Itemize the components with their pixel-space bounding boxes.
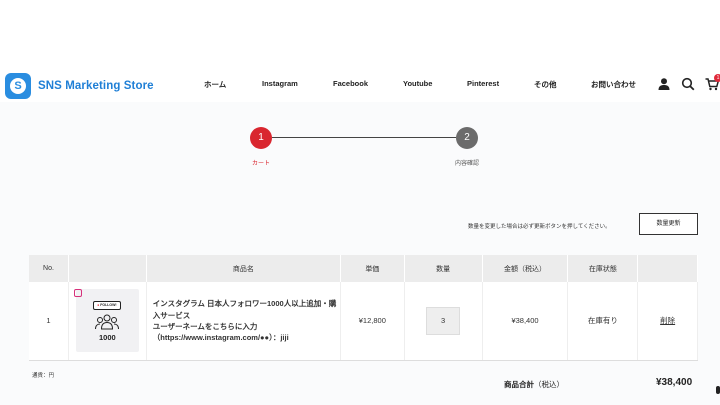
product-name[interactable]: インスタグラム 日本人フォロワー1000人以上追加・購入サービス ユーザーネーム… [146,282,341,361]
total-tax-note: （税込） [534,380,564,389]
total-label: 商品合計（税込） [504,379,564,390]
instagram-icon [73,289,82,298]
logo-letter: S [10,78,26,94]
nav-home[interactable]: ホーム [204,79,226,90]
cart-table: No. 商品名 単価 数量 金額（税込） 在庫状態 1 ● FOLLOW! 10… [29,255,698,361]
user-icon[interactable] [657,77,671,91]
users-icon [94,314,119,330]
update-quantity-button[interactable]: 数量更新 [639,213,698,235]
logo-text: SNS Marketing Store [38,80,154,92]
logo-icon: S [5,73,31,99]
row-delete-cell: 削除 [637,282,698,361]
nav-contact[interactable]: お問い合わせ [591,79,636,90]
logo[interactable]: S SNS Marketing Store [5,73,154,99]
header-no: No. [29,255,69,282]
product-thumbnail[interactable]: ● FOLLOW! 1000 [73,289,139,353]
search-icon[interactable] [681,77,695,91]
nav-pinterest[interactable]: Pinterest [467,79,499,88]
corner-marker [716,386,720,394]
row-stock-status: 在庫有り [567,282,639,361]
table-header-row: No. 商品名 単価 数量 金額（税込） 在庫状態 [29,255,698,282]
row-unit-price: ¥12,800 [340,282,405,361]
thumb-count: 1000 [99,333,116,343]
table-row: 1 ● FOLLOW! 1000 インスタグラム 日本人フォロワー1000人以上… [29,282,698,361]
header-stock: 在庫状態 [567,255,639,282]
follow-badge: ● FOLLOW! [92,301,121,311]
total-value: ¥38,400 [656,377,693,388]
row-thumbnail-cell: ● FOLLOW! 1000 [68,282,147,361]
currency-note: 通貨：円 [32,373,55,379]
row-amount: ¥38,400 [482,282,569,361]
header-image [68,255,147,282]
step-progress-line [272,137,456,138]
product-name-text: インスタグラム 日本人フォロワー1000人以上追加・購入サービス ユーザーネーム… [152,299,337,342]
header-unit-price: 単価 [340,255,405,282]
step-confirm-marker: 2 [456,127,478,149]
nav-other[interactable]: その他 [534,79,557,90]
delete-link[interactable]: 削除 [660,316,675,325]
total-label-text: 商品合計 [504,380,534,389]
row-quantity-cell: 3 [404,282,483,361]
header-quantity: 数量 [404,255,483,282]
nav-youtube[interactable]: Youtube [403,79,432,88]
cart-count-badge: 1 [714,74,720,82]
nav-facebook[interactable]: Facebook [333,79,368,88]
step-cart-label: カート [252,161,271,167]
top-blank-area [0,0,720,66]
header-amount: 金額（税込） [482,255,569,282]
nav-instagram[interactable]: Instagram [262,79,298,88]
step-confirm-label: 内容確認 [455,161,480,167]
quantity-input[interactable]: 3 [426,306,461,335]
header-action [637,255,698,282]
row-no: 1 [29,282,69,361]
step-cart-marker: 1 [250,127,272,149]
quantity-update-notice: 数量を変更した場合は必ず更新ボタンを押してください。 [468,224,611,230]
header-product-name: 商品名 [146,255,341,282]
site-header: S SNS Marketing Store ホーム Instagram Face… [0,66,720,102]
